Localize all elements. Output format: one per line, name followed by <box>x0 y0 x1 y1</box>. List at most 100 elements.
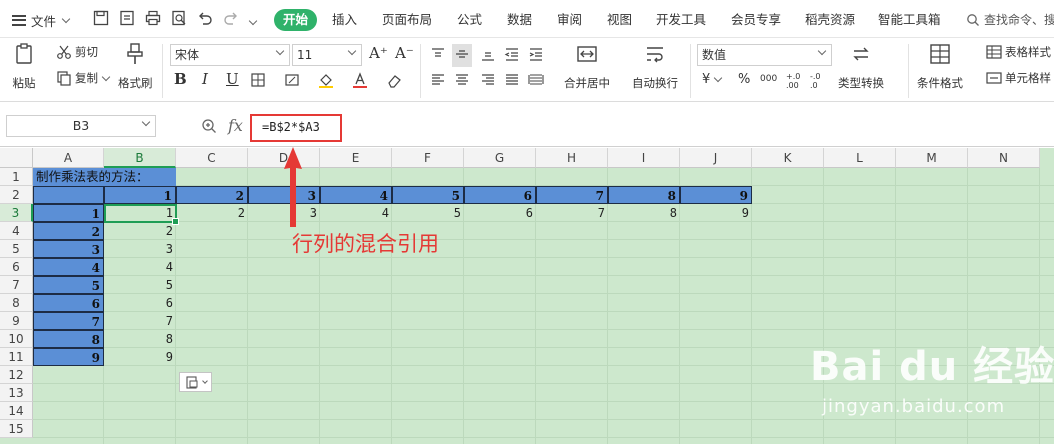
italic-button[interactable]: I <box>202 70 208 88</box>
result-cell[interactable]: 4 <box>104 258 176 276</box>
tab-developer[interactable]: 开发工具 <box>656 9 706 31</box>
font-name-select[interactable]: 宋体 <box>170 44 290 66</box>
row-label-cell[interactable]: 6 <box>33 294 104 312</box>
column-header-n[interactable]: N <box>968 148 1040 168</box>
row-label-cell[interactable]: 1 <box>33 204 104 222</box>
format-painter-button[interactable]: 格式刷 <box>118 42 153 91</box>
result-cell[interactable]: 6 <box>464 204 536 222</box>
tab-docer[interactable]: 稻壳资源 <box>805 9 855 31</box>
tab-home[interactable]: 开始 <box>274 9 318 31</box>
wrap-text-button[interactable]: 自动换行 <box>632 42 678 91</box>
result-cell[interactable]: 2 <box>104 222 176 240</box>
tab-view[interactable]: 视图 <box>607 9 632 31</box>
name-box[interactable]: B3 <box>6 115 156 137</box>
tab-member[interactable]: 会员专享 <box>731 9 781 31</box>
header-cell[interactable]: 6 <box>464 186 536 204</box>
command-search[interactable]: 查找命令、搜 <box>966 9 1054 31</box>
row-header-4[interactable]: 4 <box>0 222 33 240</box>
table-style-button[interactable]: 表格样式 <box>986 44 1051 60</box>
result-cell[interactable]: 2 <box>176 204 248 222</box>
column-header-g[interactable]: G <box>464 148 536 168</box>
row-header-8[interactable]: 8 <box>0 294 33 312</box>
paste-button[interactable]: 粘贴 <box>12 42 36 91</box>
shrink-font-button[interactable]: A⁻ <box>395 44 414 62</box>
header-cell[interactable]: 9 <box>680 186 752 204</box>
row-header-11[interactable]: 11 <box>0 348 33 366</box>
row-header-15[interactable]: 15 <box>0 420 33 438</box>
column-header-f[interactable]: F <box>392 148 464 168</box>
underline-button[interactable]: U <box>226 70 239 88</box>
row-header-14[interactable]: 14 <box>0 402 33 420</box>
eraser-icon[interactable] <box>386 72 402 91</box>
column-header-e[interactable]: E <box>320 148 392 168</box>
row-header-6[interactable]: 6 <box>0 258 33 276</box>
save-icon[interactable] <box>92 9 110 30</box>
column-header-l[interactable]: L <box>824 148 896 168</box>
header-cell[interactable]: 5 <box>392 186 464 204</box>
tab-formulas[interactable]: 公式 <box>457 9 482 31</box>
thousands-button[interactable]: 000 <box>760 74 777 84</box>
column-header-j[interactable]: J <box>680 148 752 168</box>
number-format-select[interactable]: 数值 <box>697 44 832 66</box>
header-cell[interactable]: 2 <box>176 186 248 204</box>
decrease-indent-icon[interactable] <box>504 46 520 65</box>
type-convert-button[interactable]: 类型转换 <box>838 42 884 91</box>
print-icon[interactable] <box>144 9 162 30</box>
row-header-3[interactable]: 3 <box>0 204 33 222</box>
column-header-m[interactable]: M <box>896 148 968 168</box>
row-label-cell[interactable]: 8 <box>33 330 104 348</box>
copy-button[interactable]: 复制 <box>56 70 111 86</box>
column-header-c[interactable]: C <box>176 148 248 168</box>
cell-a1[interactable]: 制作乘法表的方法： <box>33 168 248 186</box>
header-cell[interactable]: 7 <box>536 186 608 204</box>
insert-function-button[interactable]: fx <box>228 116 243 135</box>
row-header-10[interactable]: 10 <box>0 330 33 348</box>
grow-font-button[interactable]: A⁺ <box>369 44 388 62</box>
increase-indent-icon[interactable] <box>528 46 544 65</box>
header-cell[interactable]: 1 <box>104 186 176 204</box>
result-cell[interactable]: 3 <box>104 240 176 258</box>
zoom-in-icon[interactable] <box>201 118 217 137</box>
decrease-decimal-button[interactable]: -.0 .0 <box>810 72 830 90</box>
result-cell[interactable]: 6 <box>104 294 176 312</box>
row-header-1[interactable]: 1 <box>0 168 33 186</box>
align-center-icon[interactable] <box>454 72 470 91</box>
row-header-5[interactable]: 5 <box>0 240 33 258</box>
undo-icon[interactable] <box>196 9 214 30</box>
export-pdf-icon[interactable] <box>118 9 136 30</box>
merge-center-button[interactable]: 合并居中 <box>564 42 610 91</box>
align-right-icon[interactable] <box>480 72 496 91</box>
percent-button[interactable]: % <box>738 72 750 87</box>
row-header-13[interactable]: 13 <box>0 384 33 402</box>
row-label-cell[interactable]: 5 <box>33 276 104 294</box>
tab-page-layout[interactable]: 页面布局 <box>382 9 432 31</box>
increase-decimal-button[interactable]: +.0 .00 <box>786 72 806 90</box>
cell-fill-pattern-icon[interactable] <box>284 72 300 91</box>
row-header-2[interactable]: 2 <box>0 186 33 204</box>
tab-review[interactable]: 审阅 <box>557 9 582 31</box>
borders-icon[interactable] <box>250 72 266 91</box>
cell-a2[interactable] <box>33 186 104 204</box>
result-cell[interactable]: 7 <box>536 204 608 222</box>
result-cell[interactable]: 9 <box>680 204 752 222</box>
row-header-12[interactable]: 12 <box>0 366 33 384</box>
align-bottom-icon[interactable] <box>480 46 496 65</box>
align-middle-icon[interactable] <box>452 44 472 67</box>
bold-button[interactable]: B <box>174 70 187 88</box>
result-cell[interactable]: 4 <box>320 204 392 222</box>
result-cell[interactable]: 5 <box>104 276 176 294</box>
column-header-i[interactable]: I <box>608 148 680 168</box>
font-color-icon[interactable] <box>352 72 368 91</box>
row-label-cell[interactable]: 4 <box>33 258 104 276</box>
header-cell[interactable]: 4 <box>320 186 392 204</box>
currency-button[interactable]: ¥ <box>702 72 723 87</box>
fill-color-icon[interactable] <box>318 72 334 91</box>
result-cell[interactable]: 9 <box>104 348 176 366</box>
customize-toolbar-icon[interactable] <box>248 13 258 27</box>
column-header-b[interactable]: B <box>104 148 176 168</box>
result-cell[interactable]: 5 <box>392 204 464 222</box>
align-left-icon[interactable] <box>430 72 446 91</box>
select-all-corner[interactable] <box>0 148 33 168</box>
paste-options-button[interactable] <box>179 372 212 392</box>
result-cell[interactable]: 7 <box>104 312 176 330</box>
